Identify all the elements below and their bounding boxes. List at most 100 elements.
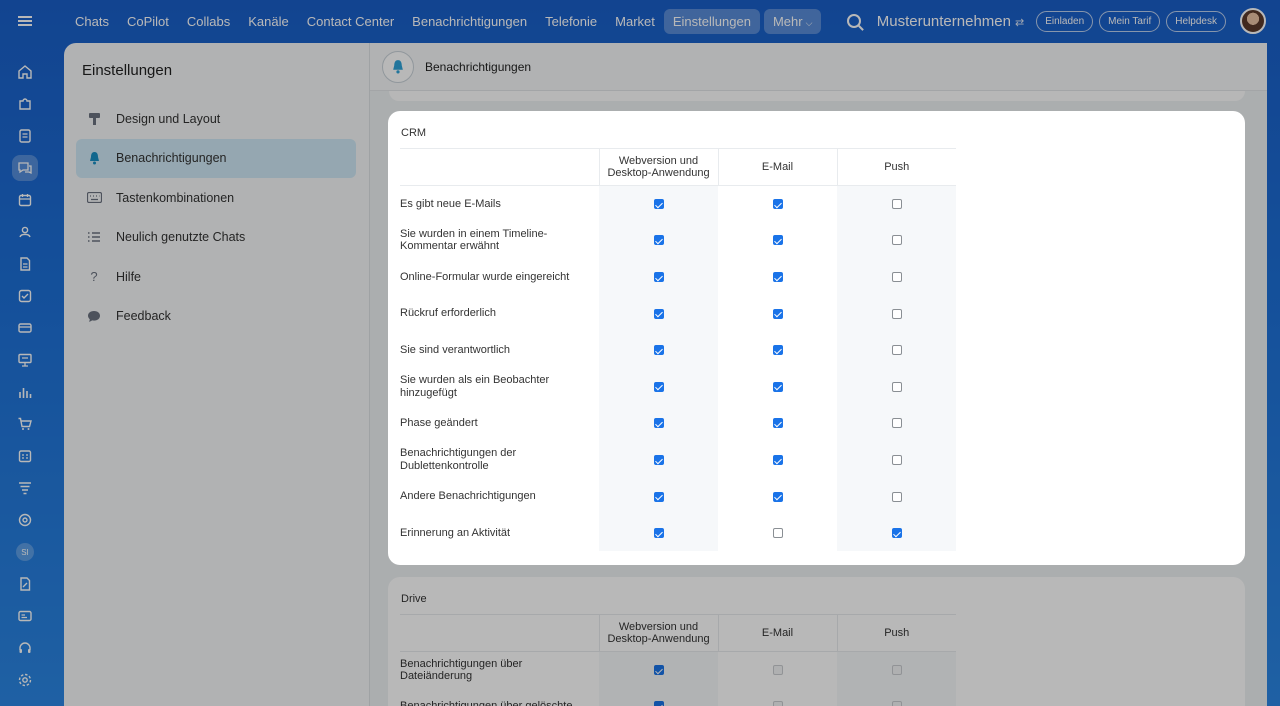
avatar[interactable] [1240, 8, 1266, 34]
email-checkbox[interactable] [772, 418, 783, 429]
helpdesk-button[interactable]: Helpdesk [1166, 10, 1226, 32]
home-icon[interactable] [12, 59, 38, 85]
cell-email [718, 514, 837, 552]
web-checkbox[interactable] [653, 308, 664, 319]
table-row: Erinnerung an Aktivität [400, 514, 956, 552]
nav-kanaele[interactable]: Kanäle [239, 9, 297, 34]
web-checkbox[interactable] [653, 665, 664, 676]
table-row: Benachrichtigungen über Dateiänderung [400, 651, 956, 689]
si-avatar[interactable]: SI [12, 539, 38, 565]
target-icon[interactable] [12, 507, 38, 533]
web-checkbox[interactable] [653, 199, 664, 210]
web-checkbox[interactable] [653, 235, 664, 246]
header-email: E-Mail [717, 148, 837, 186]
menu-item-label: Feedback [116, 309, 171, 324]
cell-email [718, 688, 837, 706]
menu-item-shortcuts[interactable]: Tastenkombinationen [76, 178, 356, 218]
push-checkbox[interactable] [891, 235, 902, 246]
web-checkbox[interactable] [653, 701, 664, 706]
push-checkbox[interactable] [891, 272, 902, 283]
email-checkbox[interactable] [772, 491, 783, 502]
presentation-icon[interactable] [12, 347, 38, 373]
id-icon[interactable] [12, 603, 38, 629]
search-icon[interactable] [846, 14, 861, 28]
row-label: Andere Benachrichtigungen [400, 490, 536, 503]
cart-icon[interactable] [12, 411, 38, 437]
web-checkbox[interactable] [653, 418, 664, 429]
menu-item-notifications[interactable]: Benachrichtigungen [76, 138, 356, 178]
row-label: Sie sind verantwortlich [400, 343, 511, 356]
nav-notifications[interactable]: Benachrichtigungen [403, 9, 536, 34]
email-checkbox[interactable] [772, 199, 783, 210]
table-header: Webversion und Desktop-Anwendung E-Mail … [400, 614, 956, 652]
tariff-button[interactable]: Mein Tarif [1099, 10, 1161, 32]
nav-more[interactable]: Mehr ⌵ [763, 8, 822, 34]
top-right: Musterunternehmen ⇄ Einladen Mein Tarif H… [846, 0, 1266, 42]
email-checkbox[interactable] [772, 235, 783, 246]
web-checkbox[interactable] [653, 272, 664, 283]
email-checkbox[interactable] [772, 455, 783, 466]
settings-icon[interactable] [12, 667, 38, 693]
web-checkbox[interactable] [653, 491, 664, 502]
push-checkbox[interactable] [891, 381, 902, 392]
nav-telephony[interactable]: Telefonie [536, 9, 606, 34]
web-checkbox[interactable] [653, 528, 664, 539]
row-label: Benachrichtigungen über gelöschte [400, 688, 599, 706]
push-checkbox[interactable] [891, 345, 902, 356]
nav-market[interactable]: Market [606, 9, 664, 34]
menu-item-help[interactable]: ? Hilfe [76, 257, 356, 297]
nav-contact-center[interactable]: Contact Center [298, 9, 403, 34]
web-checkbox[interactable] [653, 381, 664, 392]
feed-icon[interactable] [12, 123, 38, 149]
push-checkbox[interactable] [891, 455, 902, 466]
contacts-icon[interactable] [12, 219, 38, 245]
invite-button[interactable]: Einladen [1036, 10, 1094, 32]
nav-collabs[interactable]: Collabs [178, 9, 239, 34]
cell-push [837, 688, 956, 706]
push-checkbox[interactable] [891, 528, 902, 539]
email-checkbox[interactable] [772, 528, 783, 539]
push-checkbox[interactable] [891, 665, 902, 676]
support-icon[interactable] [12, 635, 38, 661]
nav-chats[interactable]: Chats [66, 9, 118, 34]
sign-icon[interactable] [12, 571, 38, 597]
email-checkbox[interactable] [772, 665, 783, 676]
nav-settings[interactable]: Einstellungen [663, 8, 760, 34]
chart-icon[interactable] [12, 379, 38, 405]
email-checkbox[interactable] [772, 381, 783, 392]
cell-email [718, 185, 837, 223]
push-checkbox[interactable] [891, 418, 902, 429]
cell-push [837, 331, 956, 369]
bell-icon [86, 151, 102, 165]
nav-copilot[interactable]: CoPilot [118, 9, 178, 34]
puzzle-icon[interactable] [12, 91, 38, 117]
web-checkbox[interactable] [653, 455, 664, 466]
schedule-icon[interactable] [12, 443, 38, 469]
header-label-column [400, 148, 599, 186]
push-checkbox[interactable] [891, 308, 902, 319]
push-checkbox[interactable] [891, 491, 902, 502]
push-checkbox[interactable] [891, 199, 902, 210]
keyboard-icon [86, 192, 102, 204]
menu-item-feedback[interactable]: Feedback [76, 297, 356, 337]
menu-item-design[interactable]: Design und Layout [76, 99, 356, 139]
email-checkbox[interactable] [772, 701, 783, 706]
web-checkbox[interactable] [653, 345, 664, 356]
menu-item-recent-chats[interactable]: Neulich genutzte Chats [76, 218, 356, 258]
calendar-icon[interactable] [12, 187, 38, 213]
email-checkbox[interactable] [772, 272, 783, 283]
menu-item-label: Tastenkombinationen [116, 190, 235, 205]
company-name[interactable]: Musterunternehmen ⇄ [877, 13, 1024, 30]
document-icon[interactable] [12, 251, 38, 277]
email-checkbox[interactable] [772, 308, 783, 319]
push-checkbox[interactable] [891, 701, 902, 706]
menu-icon[interactable] [0, 0, 50, 42]
tasks-icon[interactable] [12, 283, 38, 309]
chat-icon[interactable] [12, 155, 38, 181]
funnel-icon[interactable] [12, 475, 38, 501]
menu-item-label: Neulich genutzte Chats [116, 230, 246, 245]
left-rail: SI [0, 42, 50, 706]
header-email: E-Mail [717, 614, 837, 652]
email-checkbox[interactable] [772, 345, 783, 356]
card-icon[interactable] [12, 315, 38, 341]
